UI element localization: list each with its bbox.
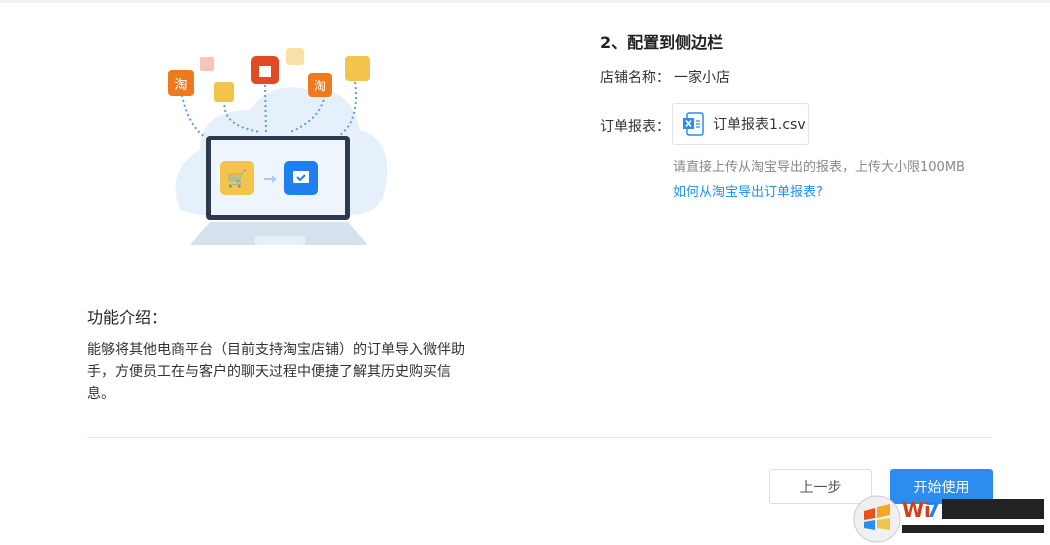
shop-name-value: 一家小店	[674, 70, 730, 86]
uploaded-file[interactable]: 订单报表1.csv	[672, 103, 809, 145]
intro-description: 能够将其他电商平台（目前支持淘宝店铺）的订单导入微伴助手，方便员工在与客户的聊天…	[87, 342, 465, 402]
file-name: 订单报表1.csv	[713, 117, 806, 133]
svg-text:淘: 淘	[174, 78, 187, 93]
divider	[87, 437, 992, 438]
excel-file-icon	[683, 112, 704, 136]
taobao-import-illustration: 🛒 淘 淘	[168, 48, 388, 245]
svg-text:🛒: 🛒	[227, 169, 247, 188]
shop-name-label: 店铺名称：	[600, 70, 670, 86]
top-border	[0, 0, 1050, 3]
intro-title: 功能介绍：	[87, 308, 168, 327]
export-help-link[interactable]: 如何从淘宝导出订单报表?	[673, 181, 823, 200]
watermark-logo: Wi 7	[853, 495, 1044, 543]
step-title: 2、配置到侧边栏	[600, 33, 724, 52]
svg-text:7: 7	[926, 498, 940, 522]
svg-text:淘: 淘	[314, 79, 326, 93]
upload-hint: 请直接上传从淘宝导出的报表，上传大小限100MB	[673, 160, 965, 175]
order-report-label: 订单报表：	[600, 119, 670, 135]
